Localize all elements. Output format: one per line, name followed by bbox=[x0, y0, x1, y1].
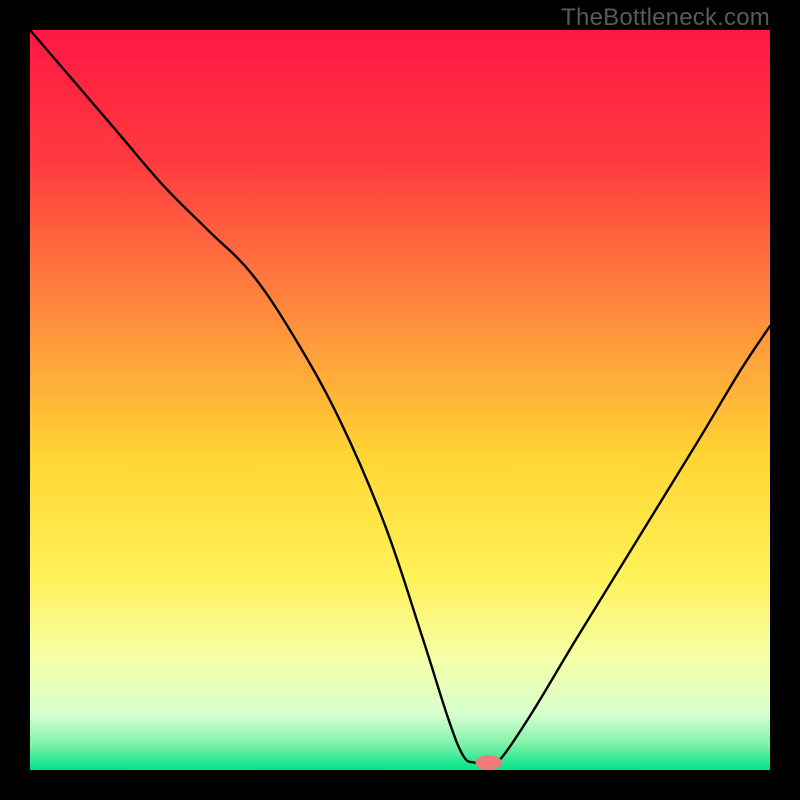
plot-area bbox=[30, 30, 770, 770]
chart-svg bbox=[30, 30, 770, 770]
optimal-point-marker bbox=[475, 755, 502, 770]
gradient-background bbox=[30, 30, 770, 770]
watermark-text: TheBottleneck.com bbox=[561, 4, 770, 32]
chart-frame: TheBottleneck.com bbox=[0, 0, 800, 800]
